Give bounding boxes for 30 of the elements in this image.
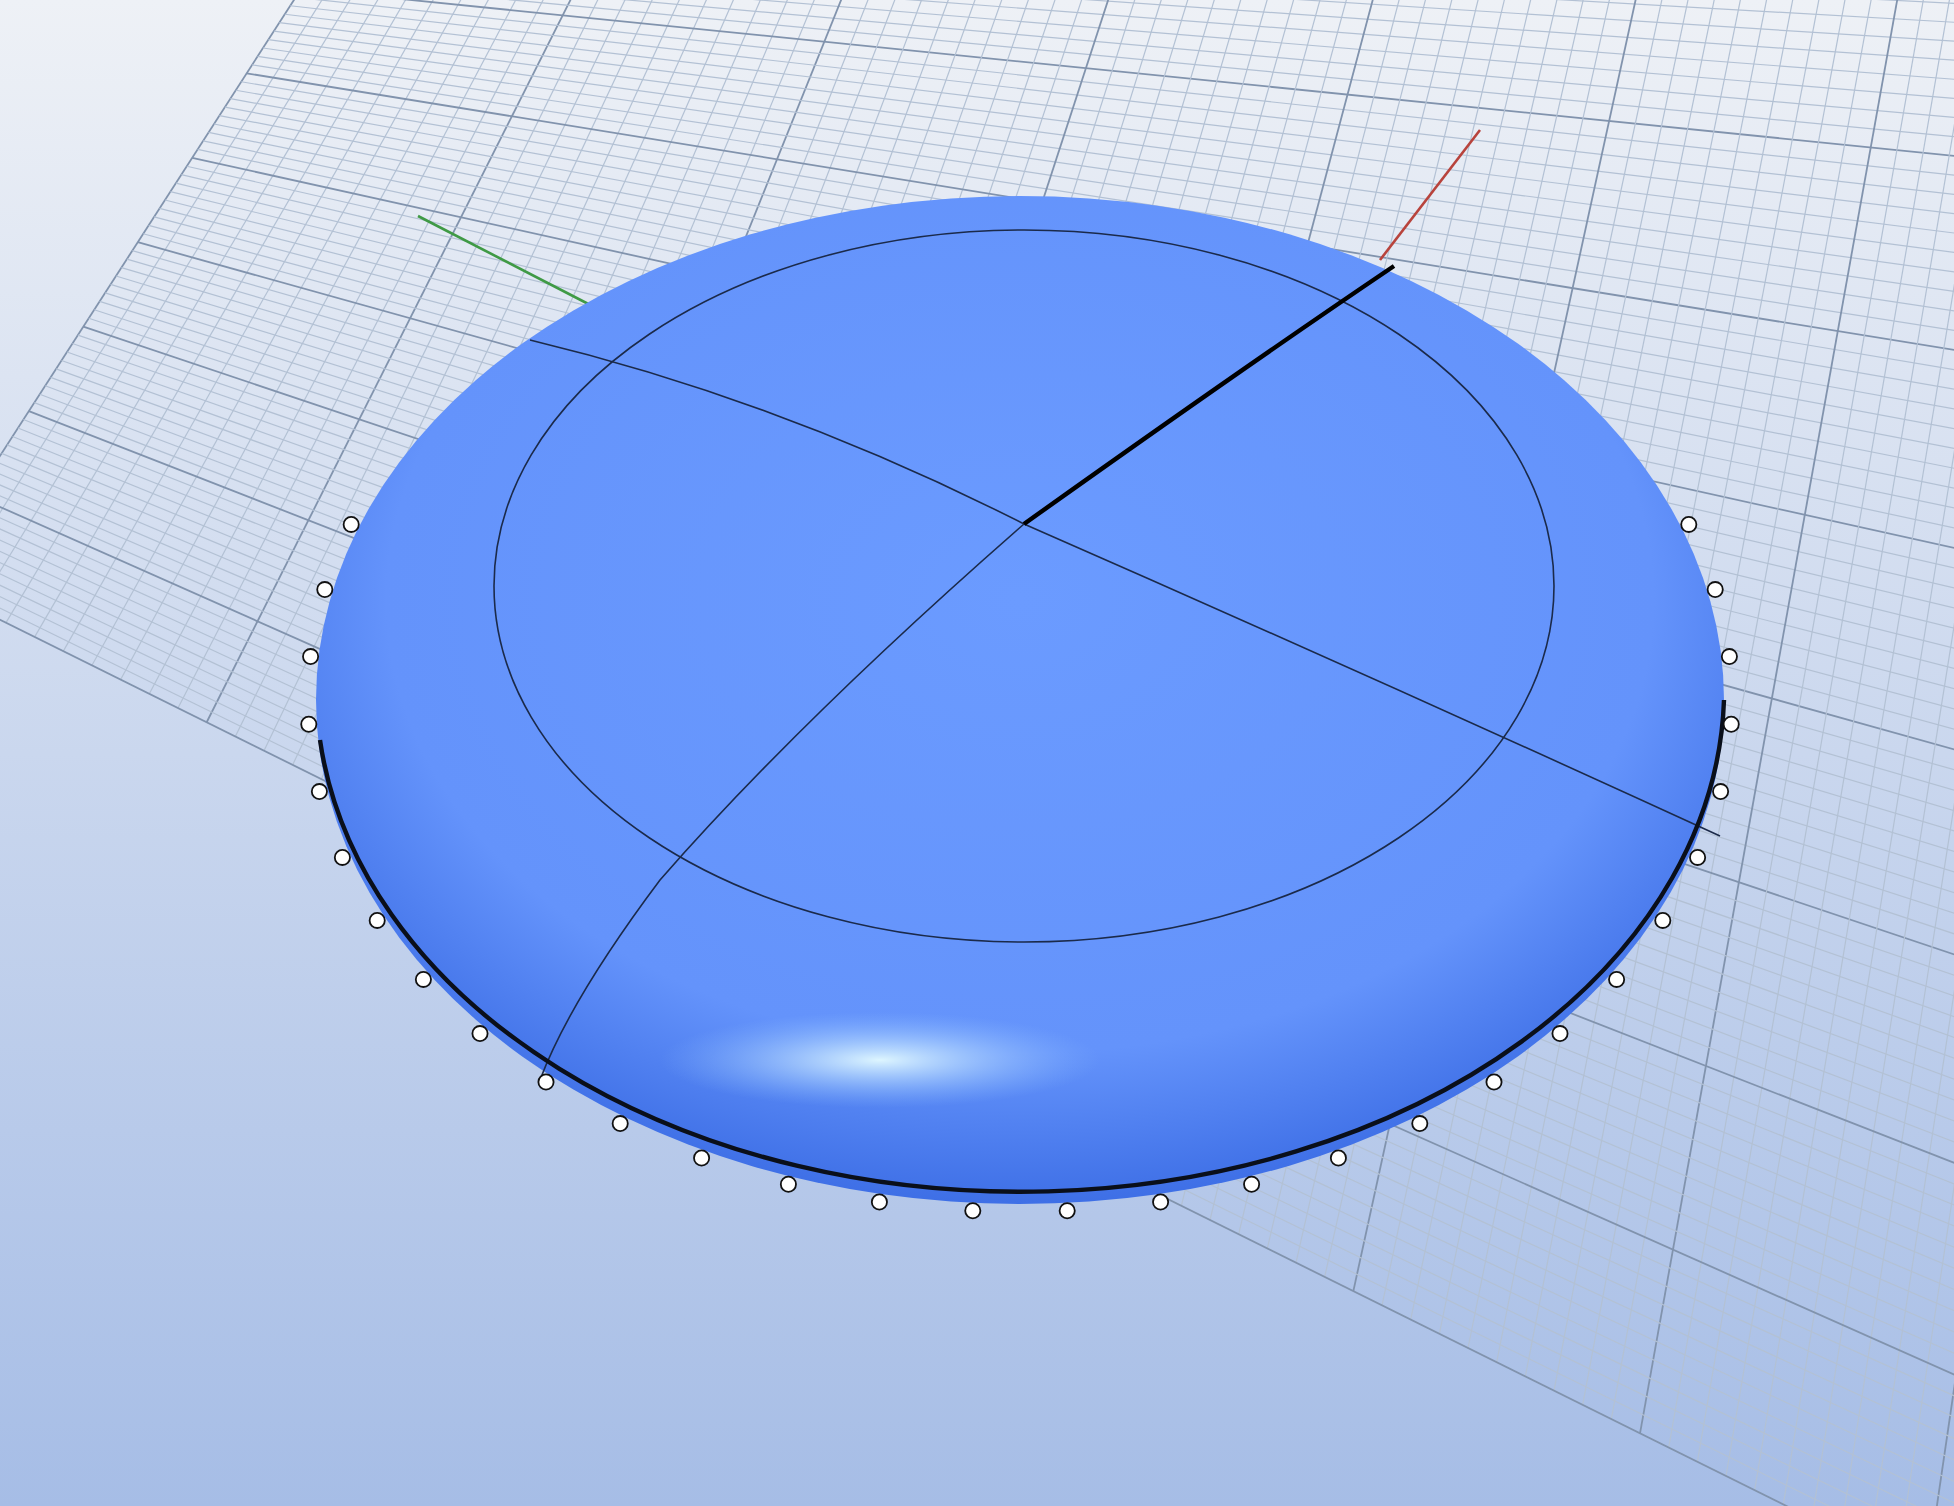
control-point[interactable]	[1680, 515, 1698, 533]
control-point[interactable]	[310, 783, 328, 801]
control-point[interactable]	[1411, 1115, 1429, 1133]
control-point[interactable]	[1485, 1073, 1503, 1091]
control-point[interactable]	[1712, 783, 1730, 801]
control-point[interactable]	[300, 715, 318, 733]
control-point[interactable]	[414, 970, 432, 988]
control-point[interactable]	[302, 648, 320, 666]
control-point[interactable]	[1152, 1193, 1170, 1211]
control-point[interactable]	[693, 1149, 711, 1167]
control-point[interactable]	[342, 515, 360, 533]
control-point[interactable]	[333, 848, 351, 866]
control-point[interactable]	[1243, 1175, 1261, 1193]
control-point[interactable]	[1058, 1202, 1076, 1220]
control-point[interactable]	[1654, 911, 1672, 929]
control-point[interactable]	[316, 581, 334, 599]
control-point[interactable]	[1329, 1149, 1347, 1167]
control-point[interactable]	[1706, 581, 1724, 599]
control-point[interactable]	[1689, 848, 1707, 866]
control-point[interactable]	[537, 1073, 555, 1091]
control-point[interactable]	[368, 911, 386, 929]
control-point[interactable]	[870, 1193, 888, 1211]
control-point[interactable]	[1608, 970, 1626, 988]
control-point[interactable]	[471, 1025, 489, 1043]
control-point[interactable]	[611, 1115, 629, 1133]
control-point[interactable]	[779, 1175, 797, 1193]
control-point[interactable]	[1551, 1025, 1569, 1043]
control-point[interactable]	[1722, 715, 1740, 733]
control-point[interactable]	[1720, 648, 1738, 666]
control-point[interactable]	[964, 1202, 982, 1220]
